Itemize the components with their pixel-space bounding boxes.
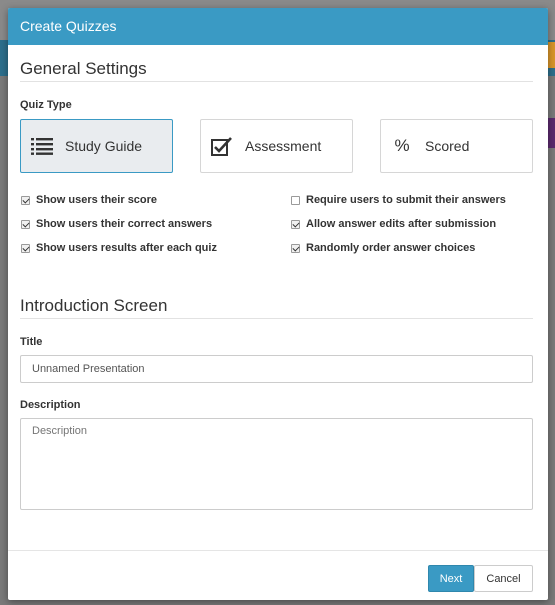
show-correct-answers-label: Show users their correct answers — [36, 218, 213, 230]
percent-icon: % — [394, 136, 410, 155]
cancel-button[interactable]: Cancel — [474, 565, 533, 592]
list-icon — [29, 133, 55, 159]
general-settings-divider — [20, 81, 533, 82]
checkbox-icon — [209, 133, 235, 159]
title-label: Title — [20, 336, 43, 348]
background-accent-purple — [547, 118, 555, 148]
show-results-label: Show users results after each quiz — [36, 242, 217, 254]
show-score-label: Show users their score — [36, 194, 158, 206]
quiz-type-label: Quiz Type — [20, 99, 72, 111]
next-button[interactable]: Next — [428, 565, 474, 592]
show-correct-answers-checkbox[interactable] — [21, 219, 30, 229]
require-submit-label: Require users to submit their answers — [306, 194, 506, 206]
quiz-type-study-guide[interactable]: Study Guide — [20, 119, 173, 173]
introduction-divider — [20, 318, 533, 319]
title-input[interactable] — [20, 355, 533, 383]
general-settings-heading: General Settings — [20, 59, 147, 78]
option-show-results[interactable]: Show users results after each quiz — [21, 242, 217, 254]
allow-edits-label: Allow answer edits after submission — [306, 218, 497, 230]
require-submit-checkbox[interactable] — [291, 195, 300, 205]
background-accent-orange — [547, 42, 555, 68]
random-order-checkbox[interactable] — [291, 243, 300, 253]
quiz-type-label-assessment: Assessment — [245, 138, 322, 154]
quiz-type-assessment[interactable]: Assessment — [200, 119, 353, 173]
introduction-screen-heading: Introduction Screen — [20, 296, 168, 315]
option-allow-edits[interactable]: Allow answer edits after submission — [291, 218, 496, 230]
quiz-type-label-study-guide: Study Guide — [65, 138, 143, 154]
option-require-submit[interactable]: Require users to submit their answers — [291, 194, 506, 206]
allow-edits-checkbox[interactable] — [291, 219, 300, 229]
footer-divider — [8, 550, 548, 551]
quiz-type-label-scored: Scored — [425, 138, 470, 154]
show-score-checkbox[interactable] — [21, 195, 30, 205]
description-textarea[interactable] — [20, 418, 533, 510]
random-order-label: Randomly order answer choices — [306, 242, 476, 254]
option-random-order[interactable]: Randomly order answer choices — [291, 242, 475, 254]
modal-header: Create Quizzes — [8, 8, 548, 45]
show-results-checkbox[interactable] — [21, 243, 30, 253]
option-show-score[interactable]: Show users their score — [21, 194, 157, 206]
create-quizzes-modal: Create Quizzes General Settings Quiz Typ… — [8, 8, 548, 600]
option-show-correct-answers[interactable]: Show users their correct answers — [21, 218, 212, 230]
quiz-type-scored[interactable]: % Scored — [380, 119, 533, 173]
description-label: Description — [20, 399, 81, 411]
